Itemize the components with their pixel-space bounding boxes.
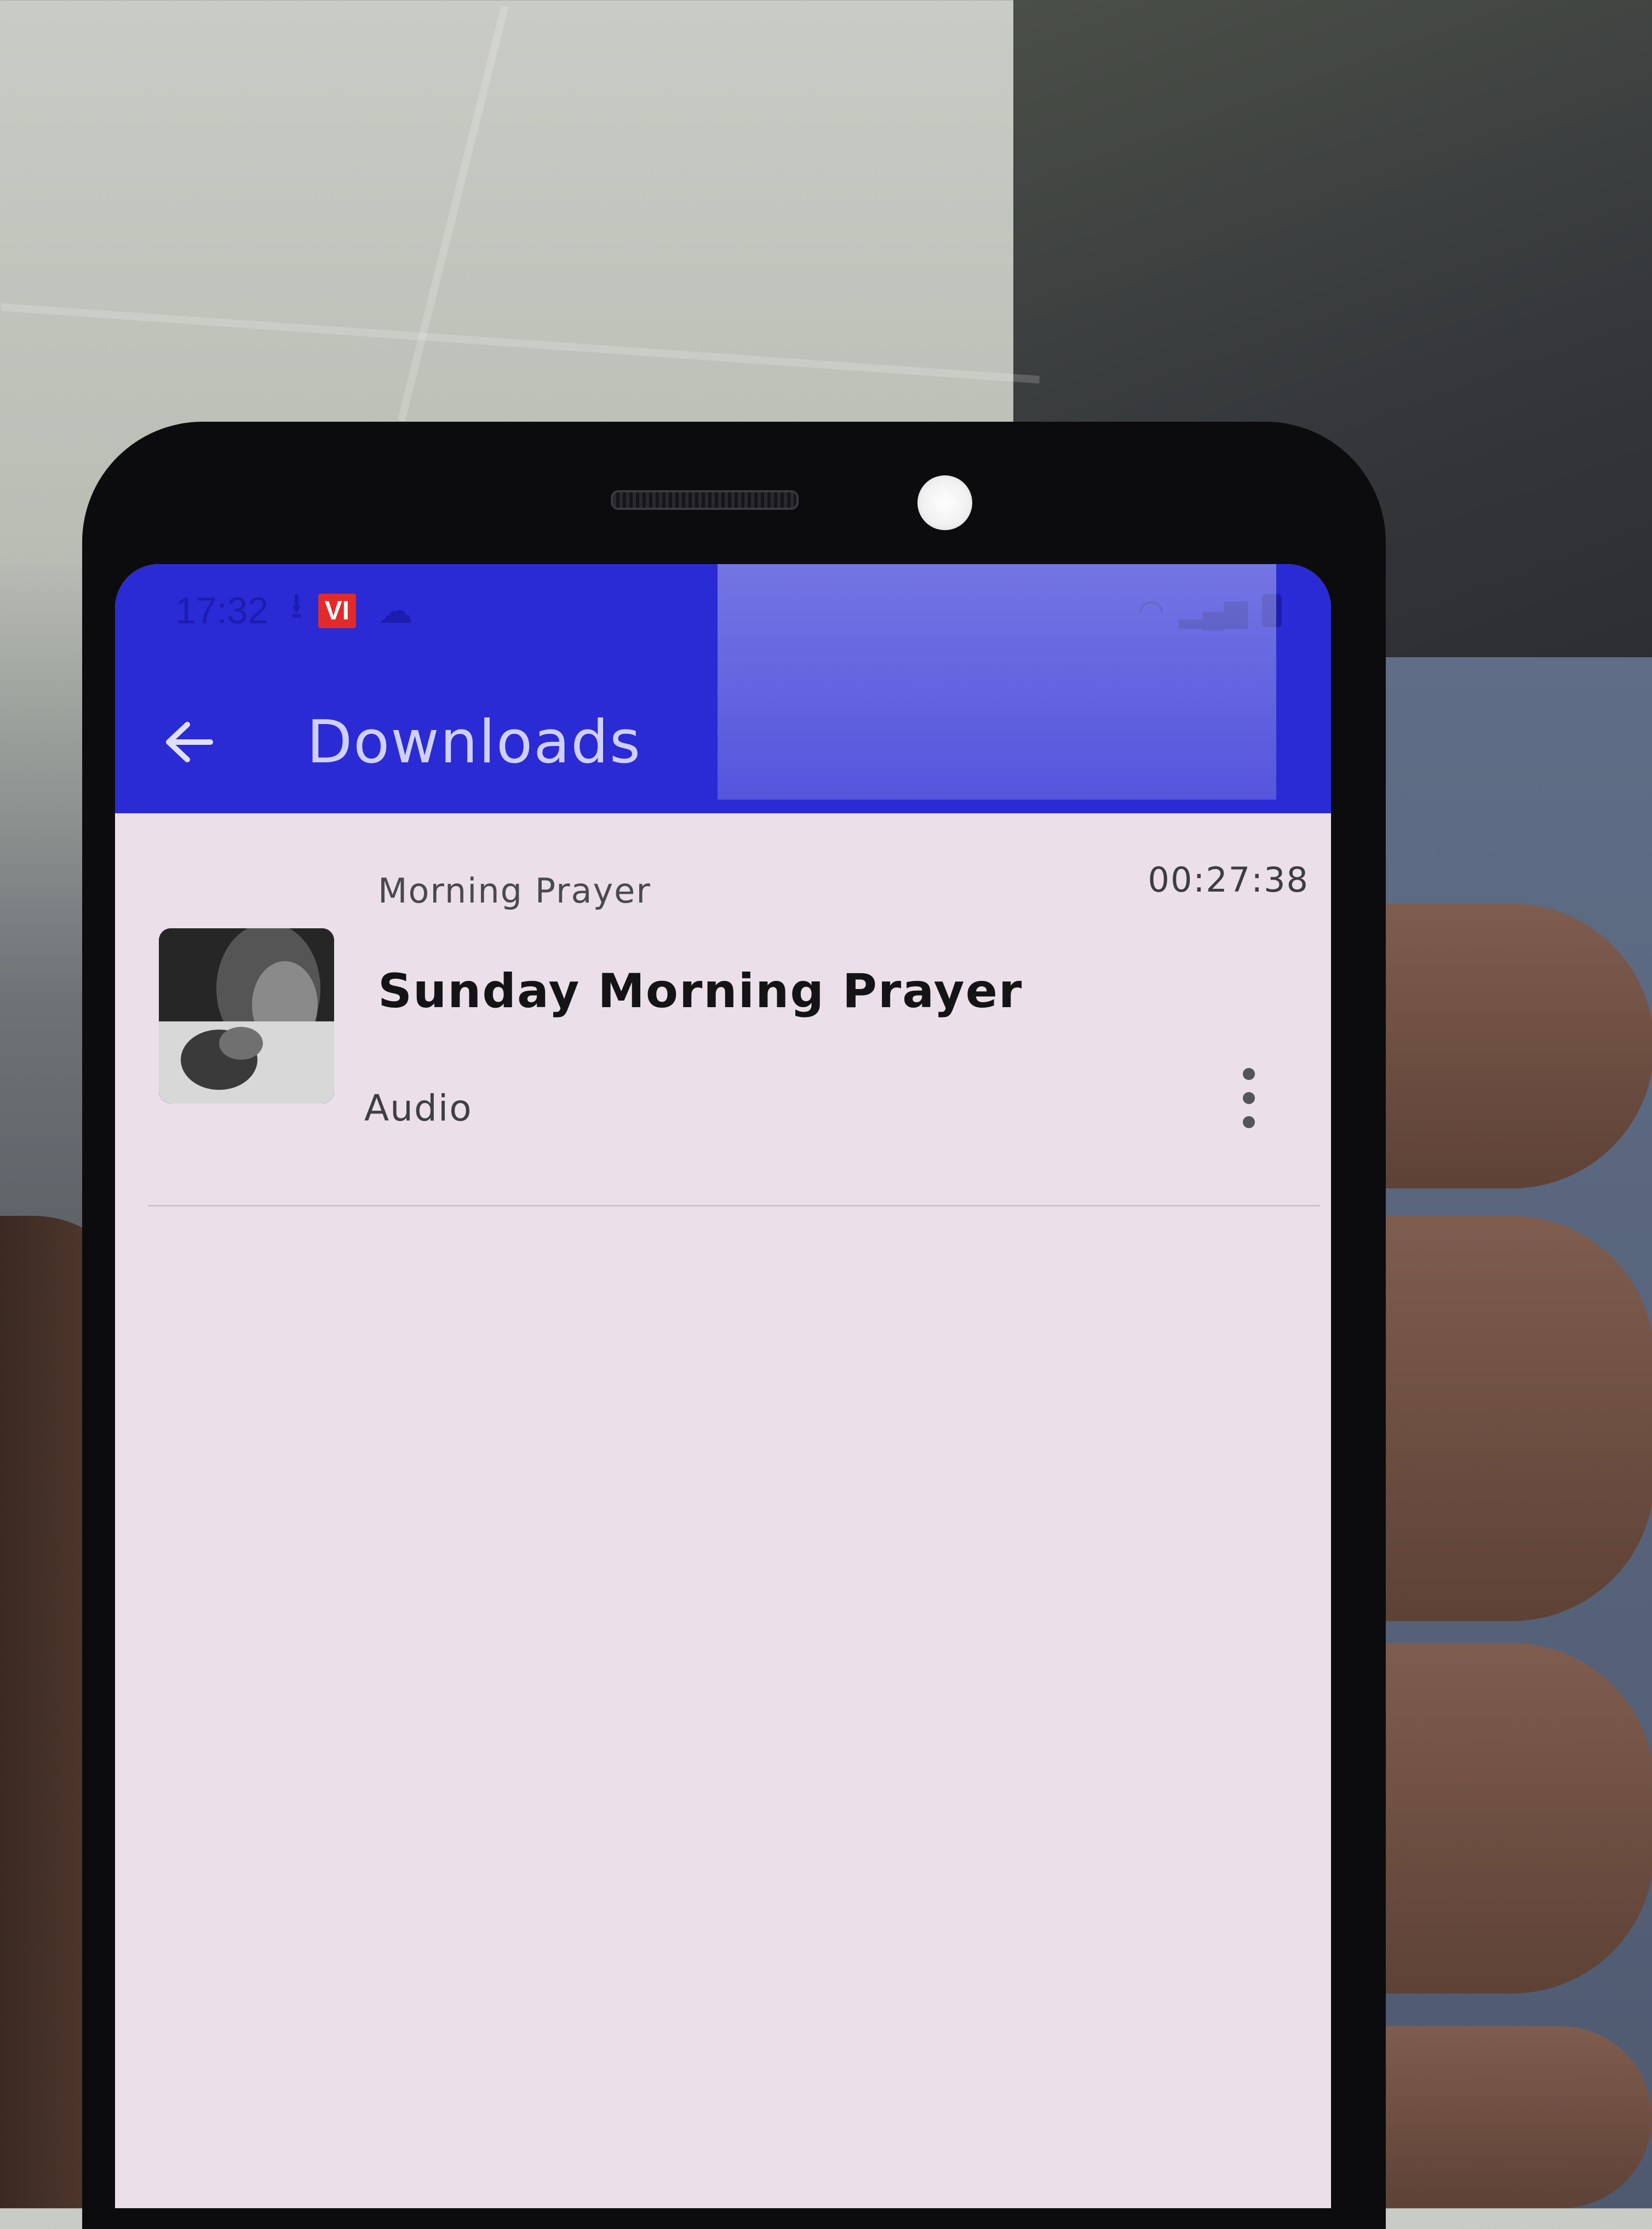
carrier-badge: VI [318, 593, 356, 628]
floor-tile-line [397, 5, 509, 422]
item-title: Sunday Morning Prayer [378, 964, 1023, 1019]
item-type: Audio [364, 1087, 473, 1129]
phone-screen: 17:32 ⭳ VI ☁ ◠ ▂▄▆ Downloads Morning Pra… [115, 564, 1331, 2208]
floor-tile-line [1, 303, 1040, 384]
list-divider [148, 1205, 1320, 1207]
front-camera [917, 475, 972, 530]
screen-glare [718, 564, 1276, 800]
page-title: Downloads [307, 708, 642, 777]
more-vertical-icon [1243, 1116, 1255, 1128]
arrow-left-icon [166, 722, 213, 762]
item-duration: 00:27:38 [1148, 860, 1309, 900]
more-options-button[interactable] [1232, 1068, 1265, 1128]
more-vertical-icon [1243, 1092, 1255, 1104]
item-category: Morning Prayer [378, 871, 651, 911]
download-icon: ⭳ [290, 586, 303, 625]
more-vertical-icon [1243, 1068, 1255, 1080]
status-time: 17:32 [175, 590, 269, 631]
back-button[interactable] [159, 712, 219, 772]
cloud-icon: ☁ [377, 590, 413, 630]
item-thumbnail[interactable] [159, 928, 334, 1104]
earpiece-speaker [611, 490, 799, 510]
download-list-item[interactable]: Morning Prayer 00:27:38 Sunday Morning P… [115, 827, 1331, 1221]
thumbnail-image [159, 928, 334, 1104]
